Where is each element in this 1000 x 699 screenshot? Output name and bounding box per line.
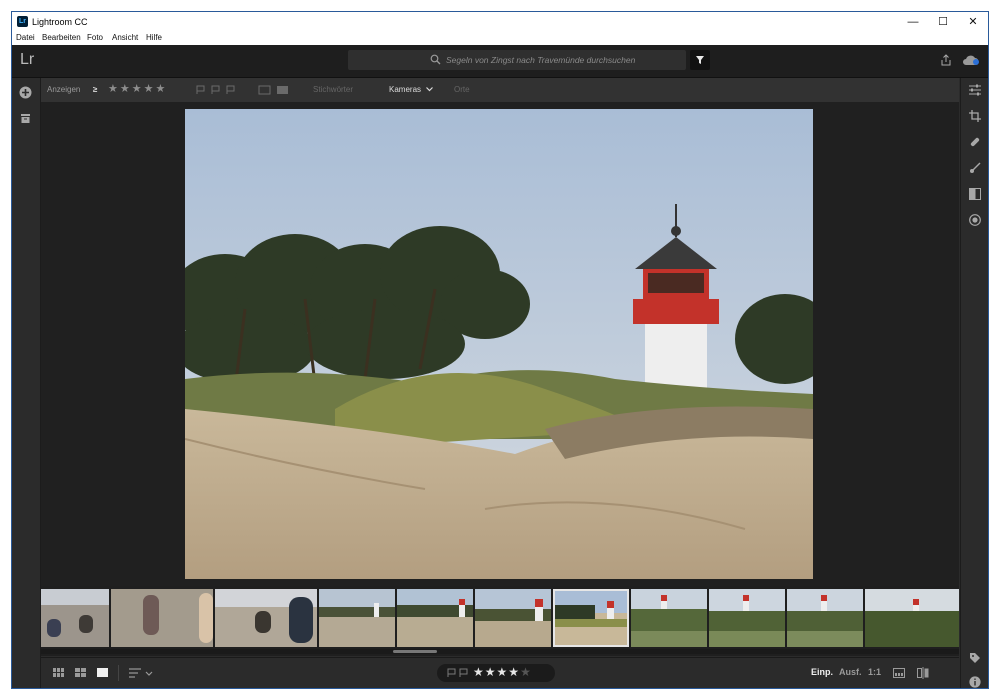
- rating-compare-toggle[interactable]: ≥: [93, 85, 97, 94]
- rating-star-2[interactable]: ★: [485, 665, 497, 679]
- star-2[interactable]: ★: [120, 83, 130, 95]
- rating-flag-pill: ★★★★★: [437, 664, 555, 682]
- lighthouse-photo: [185, 109, 813, 579]
- radial-gradient-icon[interactable]: [969, 214, 981, 226]
- photo-rating[interactable]: ★★★★★: [473, 665, 532, 679]
- info-icon[interactable]: [969, 676, 981, 688]
- grid-large-icon[interactable]: [75, 668, 86, 678]
- edit-sliders-icon[interactable]: [969, 84, 981, 96]
- right-toolbar: [960, 78, 988, 688]
- view-fill[interactable]: Ausf.: [839, 667, 862, 677]
- search-placeholder: Segeln von Zingst nach Travemünde durchs…: [446, 55, 636, 65]
- filmstrip-scrollbar[interactable]: [41, 649, 959, 654]
- albums-icon[interactable]: [20, 113, 31, 124]
- filmstrip-thumb[interactable]: [709, 589, 785, 647]
- rating-star-4[interactable]: ★: [508, 665, 520, 679]
- menu-hilfe[interactable]: Hilfe: [146, 33, 162, 42]
- filmstrip-thumb[interactable]: [397, 589, 473, 647]
- keyword-tag-icon[interactable]: [969, 652, 981, 664]
- cameras-filter[interactable]: Kameras: [389, 85, 421, 94]
- bottom-bar: ★★★★★ Einp. Ausf. 1:1: [41, 657, 959, 688]
- top-bar: Lr Segeln von Zingst nach Travemünde dur…: [12, 45, 988, 78]
- minimize-button[interactable]: —: [898, 12, 928, 32]
- filmstrip-thumb[interactable]: [41, 589, 109, 647]
- filmstrip-thumb[interactable]: [631, 589, 707, 647]
- flag-filter-icon[interactable]: [196, 85, 236, 95]
- lr-logo: Lr: [20, 51, 35, 68]
- maximize-button[interactable]: ☐: [928, 12, 958, 32]
- places-filter[interactable]: Orte: [454, 85, 470, 94]
- window-title: Lightroom CC: [32, 17, 88, 27]
- share-icon[interactable]: [940, 54, 952, 66]
- filmstrip: [41, 586, 959, 656]
- add-photos-icon[interactable]: [19, 86, 32, 99]
- filter-bar: Anzeigen ≥ ★ ★ ★ ★ ★ Stichwörter Kameras Ort…: [41, 78, 959, 102]
- menu-bearbeiten[interactable]: Bearbeiten: [42, 33, 81, 42]
- rating-star-1[interactable]: ★: [473, 665, 485, 679]
- show-label: Anzeigen: [47, 85, 81, 94]
- filmstrip-thumb[interactable]: [787, 589, 863, 647]
- cloud-sync-icon[interactable]: [962, 54, 980, 66]
- menu-bar: Datei Bearbeiten Foto Ansicht Hilfe: [12, 32, 988, 45]
- chevron-down-icon: [426, 87, 433, 92]
- sort-icon[interactable]: [129, 668, 153, 678]
- rating-filter[interactable]: ★ ★ ★ ★ ★: [108, 82, 167, 95]
- divider: [118, 665, 119, 681]
- view-fit[interactable]: Einp.: [811, 667, 833, 677]
- menu-foto[interactable]: Foto: [87, 33, 103, 42]
- star-4[interactable]: ★: [144, 83, 154, 95]
- single-view-icon[interactable]: [97, 668, 108, 678]
- filter-button[interactable]: [690, 50, 710, 70]
- flag-pick-icon[interactable]: [447, 668, 469, 678]
- search-input[interactable]: Segeln von Zingst nach Travemünde durchs…: [348, 50, 686, 70]
- filmstrip-thumb[interactable]: [319, 589, 395, 647]
- main-photo[interactable]: [185, 109, 813, 579]
- filmstrip-thumb-selected[interactable]: [553, 589, 629, 647]
- filter-funnel-icon: [696, 56, 704, 64]
- filmstrip-toggle-icon[interactable]: [893, 668, 905, 678]
- view-one-to-one[interactable]: 1:1: [868, 667, 881, 677]
- media-type-filter-icon[interactable]: [258, 85, 292, 95]
- rating-star-5[interactable]: ★: [520, 665, 532, 679]
- scrollbar-thumb[interactable]: [393, 650, 437, 653]
- crop-icon[interactable]: [969, 110, 981, 122]
- star-5[interactable]: ★: [156, 83, 166, 95]
- filmstrip-thumb[interactable]: [111, 589, 213, 647]
- title-bar: Lr Lightroom CC — ☐ ✕: [12, 12, 988, 32]
- app-window: Lr Lightroom CC — ☐ ✕ Datei Bearbeiten F…: [11, 11, 989, 689]
- close-button[interactable]: ✕: [958, 12, 988, 32]
- linear-gradient-icon[interactable]: [969, 188, 981, 200]
- grid-small-icon[interactable]: [53, 668, 64, 678]
- menu-datei[interactable]: Datei: [16, 33, 35, 42]
- brush-icon[interactable]: [969, 162, 981, 174]
- before-after-icon[interactable]: [917, 667, 929, 679]
- keywords-filter[interactable]: Stichwörter: [313, 85, 353, 94]
- filmstrip-thumb[interactable]: [215, 589, 317, 647]
- star-1[interactable]: ★: [108, 83, 118, 95]
- lightroom-app-icon: Lr: [17, 16, 28, 27]
- photo-canvas: [41, 102, 959, 586]
- search-icon: [430, 54, 441, 65]
- menu-ansicht[interactable]: Ansicht: [112, 33, 138, 42]
- star-3[interactable]: ★: [132, 83, 142, 95]
- filmstrip-thumb[interactable]: [475, 589, 551, 647]
- filmstrip-thumb[interactable]: [865, 589, 959, 647]
- rating-star-3[interactable]: ★: [497, 665, 509, 679]
- healing-icon[interactable]: [969, 136, 981, 148]
- left-toolbar: [12, 78, 41, 688]
